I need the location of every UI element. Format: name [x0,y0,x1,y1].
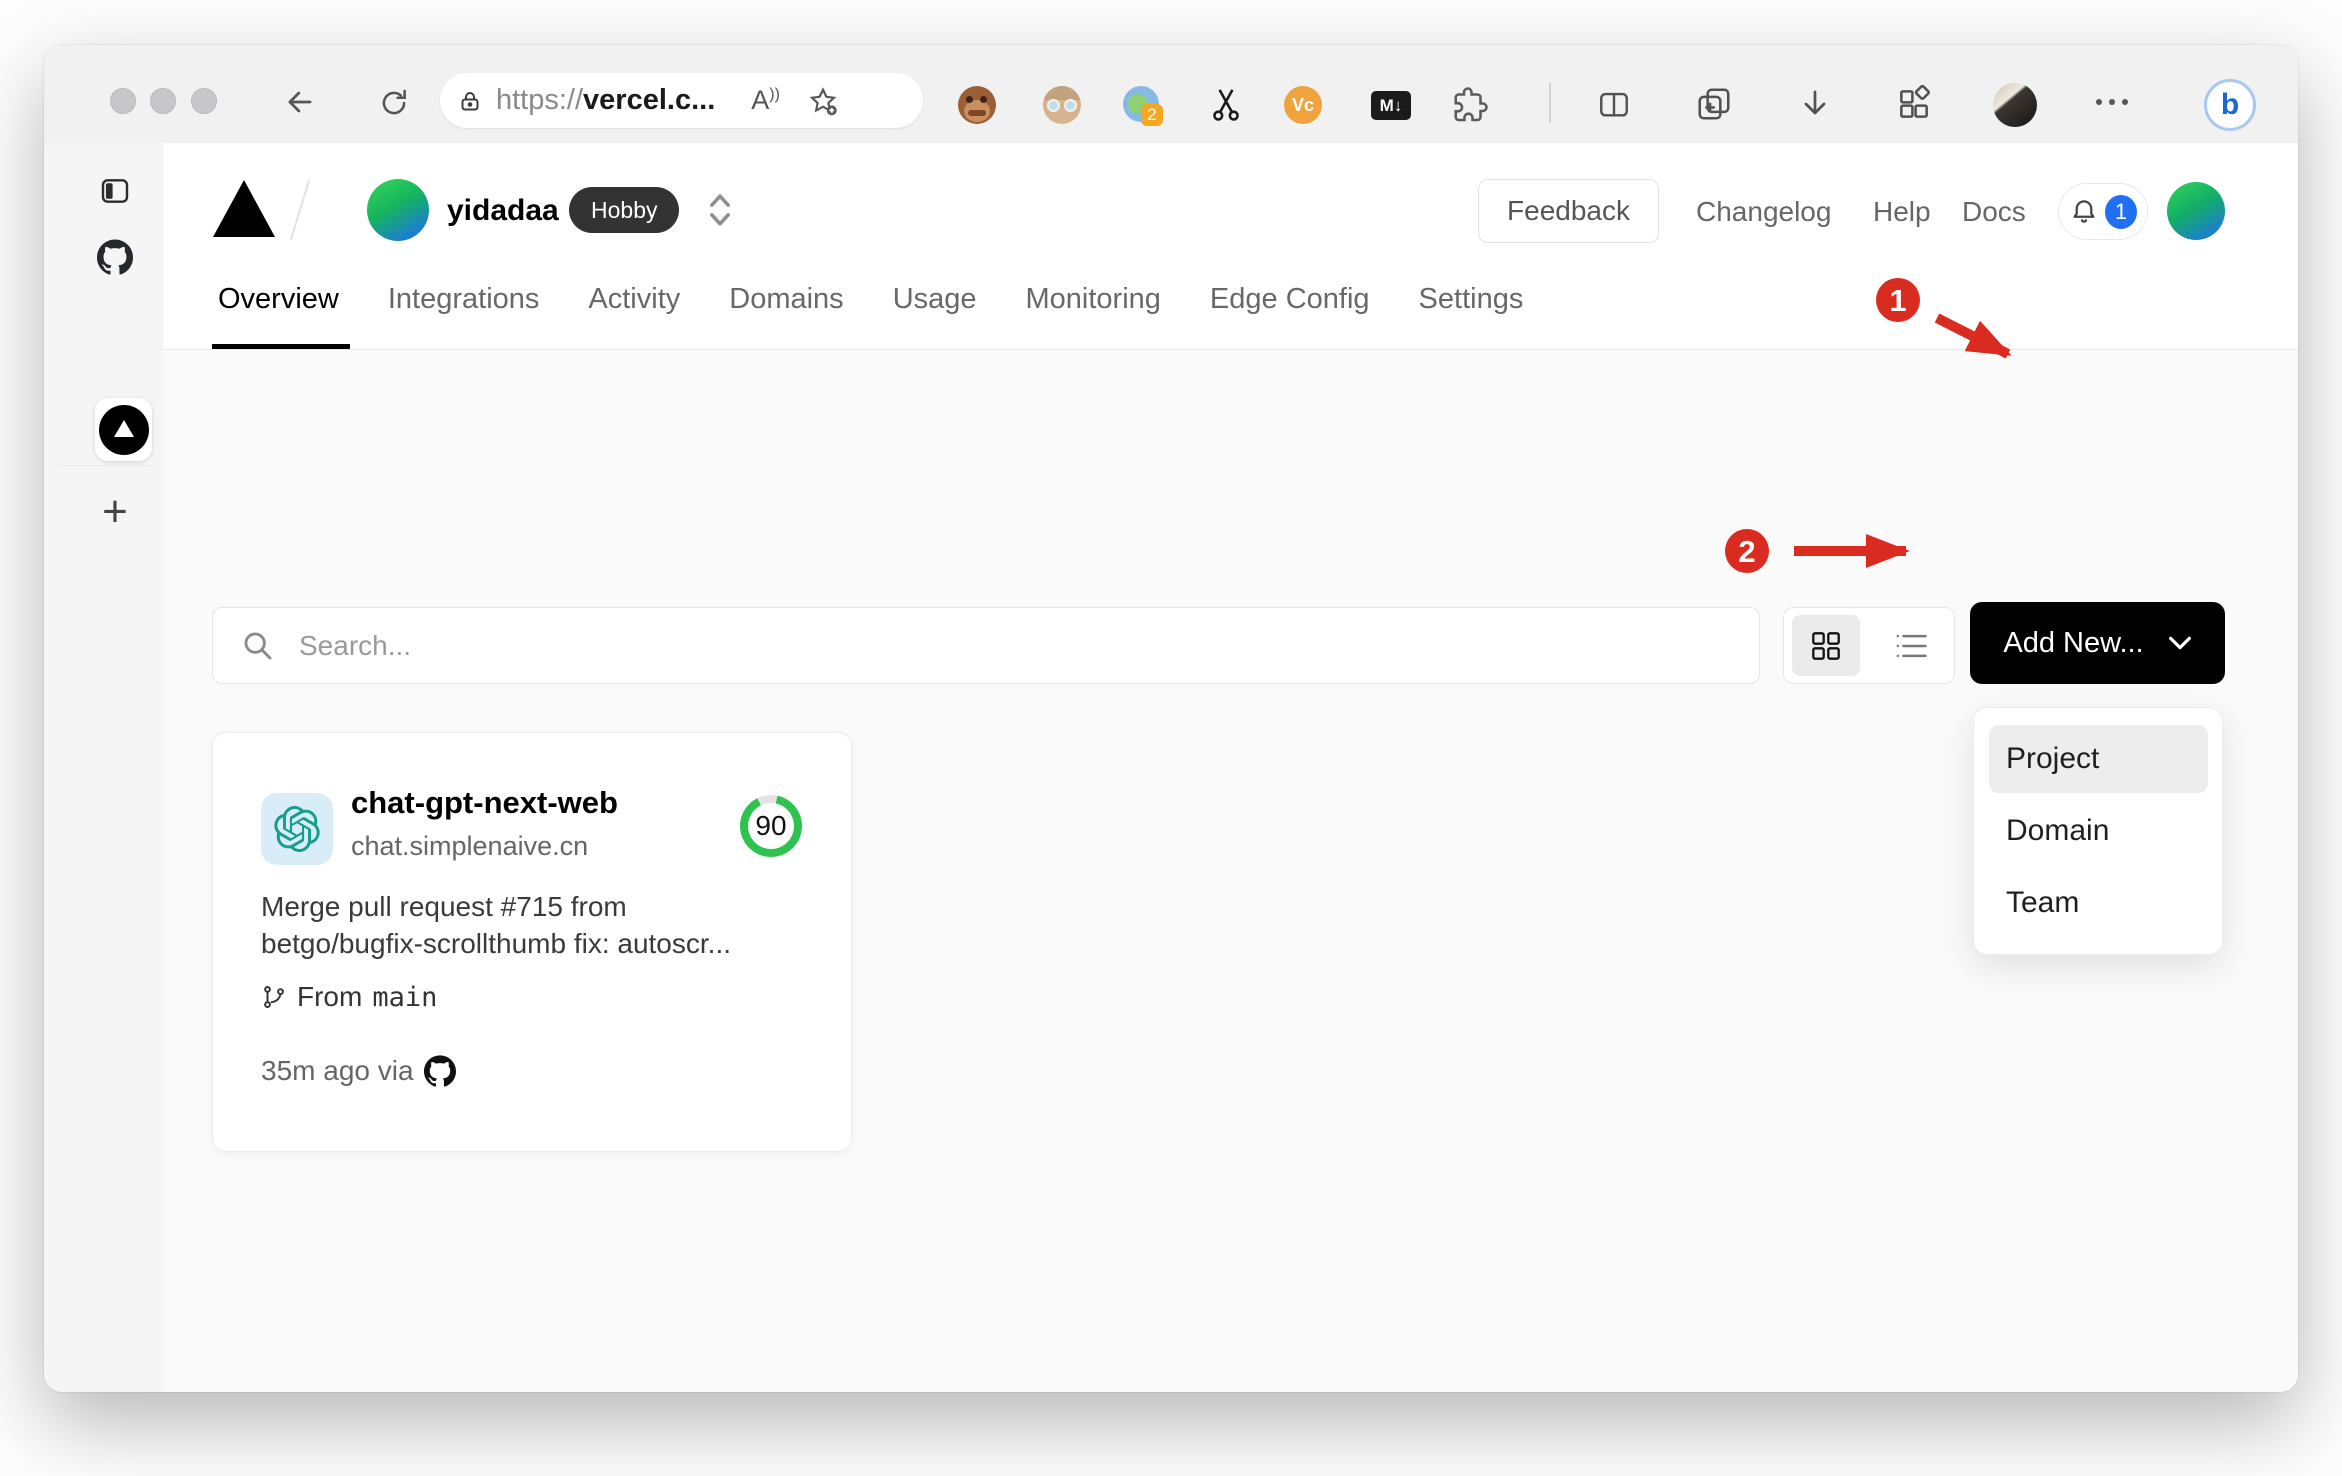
tab-usage[interactable]: Usage [893,283,977,316]
tab-settings[interactable]: Settings [1419,283,1524,316]
project-icon [261,793,333,865]
user-avatar[interactable] [2167,182,2225,240]
url-text: https://vercel.c... [496,84,716,116]
reader-mode-icon[interactable]: A)) [751,85,780,116]
collections-icon[interactable] [1695,85,1733,123]
apps-grid-icon[interactable] [1895,85,1933,123]
chevron-down-icon [2168,636,2191,650]
dropdown-item-team[interactable]: Team [2006,884,2079,922]
vercel-logo[interactable] [213,180,275,237]
grid-view-button[interactable] [1792,615,1860,676]
add-new-label: Add New... [2003,626,2144,659]
docs-link[interactable]: Docs [1962,196,2026,228]
help-link[interactable]: Help [1873,196,1931,228]
team-avatar[interactable] [367,179,429,241]
tab-overview[interactable]: Overview [218,283,339,316]
project-name[interactable]: chat-gpt-next-web [351,785,618,821]
downloads-icon[interactable] [1797,85,1833,123]
address-bar[interactable]: https://vercel.c... A)) [440,73,923,128]
translate-extension-icon[interactable]: 2 [1123,86,1163,126]
profile-avatar[interactable] [1993,83,2037,127]
commit-message-line1: Merge pull request #715 from [261,891,627,922]
overview-content: Add New... Project Domain Team chat-gpt-… [163,350,2298,1392]
sidebar-toggle-icon[interactable] [99,175,131,207]
team-switcher-icon[interactable] [707,191,733,229]
score-ring[interactable]: 90 [740,795,802,857]
page-tabs: Overview Integrations Activity Domains U… [218,283,1523,316]
team-name[interactable]: yidadaa [447,194,559,228]
vercel-tab-active[interactable] [95,398,152,461]
list-view-button[interactable] [1878,615,1946,676]
plan-badge: Hobby [569,187,680,233]
vc-extension-icon[interactable]: Vc [1284,86,1322,124]
scissors-extension-icon[interactable] [1208,86,1244,122]
search-bar[interactable] [212,607,1760,684]
browser-window: https://vercel.c... A)) 2 Vc M↓ b + yida… [44,45,2298,1392]
traffic-light-close[interactable] [110,88,136,114]
tab-domains[interactable]: Domains [729,283,843,316]
back-icon[interactable] [282,84,318,120]
bing-chat-icon[interactable]: b [2204,79,2256,131]
tab-edge-config[interactable]: Edge Config [1210,283,1370,316]
tampermonkey-extension-icon[interactable] [958,86,996,124]
openai-logo-icon [274,806,320,852]
dropdown-item-project[interactable]: Project [2006,740,2099,778]
split-screen-icon[interactable] [1595,87,1633,121]
search-input[interactable] [297,628,1501,663]
new-tab-plus-icon[interactable]: + [94,487,136,536]
sidebar-divider [58,465,150,466]
tab-integrations[interactable]: Integrations [388,283,540,316]
notification-count: 1 [2105,194,2137,229]
github-tab-icon[interactable] [97,239,133,275]
favorite-star-icon[interactable] [808,86,838,116]
traffic-light-minimize[interactable] [150,88,176,114]
view-toggle [1783,607,1955,684]
deployment-meta: 35m ago via [261,1055,456,1087]
score-value: 90 [748,803,794,849]
extensions-puzzle-icon[interactable] [1452,87,1488,123]
add-new-button[interactable]: Add New... [1970,602,2225,684]
add-new-dropdown: Project Domain Team [1973,707,2223,955]
branch-prefix: From [297,981,363,1012]
breadcrumb-slash [289,180,311,240]
toolbar-divider [1549,83,1551,123]
project-card[interactable]: chat-gpt-next-web chat.simplenaive.cn 90… [212,732,852,1152]
traffic-light-zoom[interactable] [191,88,217,114]
vercel-page: yidadaa Hobby Feedback Changelog Help Do… [163,143,2298,1392]
project-domain[interactable]: chat.simplenaive.cn [351,831,588,862]
feedback-button[interactable]: Feedback [1478,179,1659,243]
deployed-time: 35m ago via [261,1055,414,1086]
changelog-link[interactable]: Changelog [1696,196,1831,228]
tab-activity[interactable]: Activity [588,283,680,316]
browser-toolbar: https://vercel.c... A)) 2 Vc M↓ b [44,45,2298,144]
reload-icon[interactable] [377,85,411,119]
search-icon [241,629,275,663]
screenshot-canvas: https://vercel.c... A)) 2 Vc M↓ b + yida… [0,0,2342,1476]
github-icon [423,1055,456,1087]
git-branch-icon [264,986,284,1008]
branch-name: main [372,981,438,1013]
markdown-extension-icon[interactable]: M↓ [1371,91,1411,120]
vercel-tab-icon [98,404,149,455]
tab-monitoring[interactable]: Monitoring [1026,283,1161,316]
lock-icon [458,89,482,113]
dropdown-item-domain[interactable]: Domain [2006,812,2109,850]
branch-row: From main [261,981,437,1013]
edge-sidebar: + [44,143,164,1392]
bell-icon [2069,197,2099,227]
translate-badge: 2 [1141,104,1163,126]
commit-message-line2: betgo/bugfix-scrollthumb fix: autoscr... [261,928,731,959]
more-menu-icon[interactable] [2096,99,2128,105]
notifications-button[interactable]: 1 [2058,183,2148,240]
face-extension-icon[interactable] [1043,86,1081,124]
